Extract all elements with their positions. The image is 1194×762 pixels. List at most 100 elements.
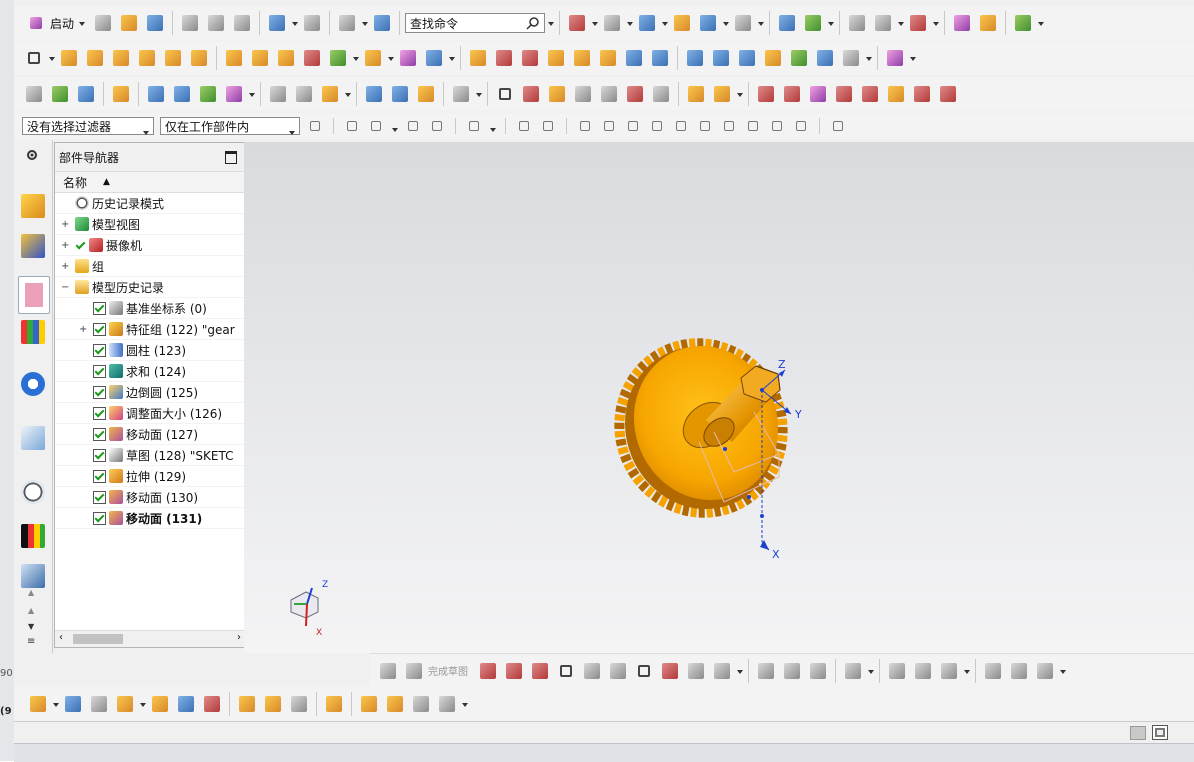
point-icon[interactable] (684, 659, 708, 683)
start-menu-button[interactable]: 启动 (22, 11, 89, 35)
body-rule-icon[interactable] (539, 117, 557, 135)
chevron-down-icon[interactable] (661, 11, 669, 35)
snap-intersection-icon[interactable] (672, 117, 690, 135)
visibility-checkbox[interactable] (93, 406, 106, 420)
spring-icon[interactable] (414, 82, 438, 106)
visibility-checkbox[interactable] (93, 469, 106, 483)
assembly-component-icon[interactable] (26, 692, 50, 716)
window-layout-icon[interactable] (1152, 725, 1168, 740)
visibility-checkbox[interactable] (93, 322, 106, 336)
chevron-down-icon[interactable] (591, 11, 599, 35)
mesh-surface-icon[interactable] (709, 46, 733, 70)
finish-sketch-label[interactable]: 完成草图 (428, 663, 468, 678)
visibility-checkbox[interactable] (93, 364, 106, 378)
wcs-icon[interactable] (906, 11, 930, 35)
edit-object-display-icon[interactable] (950, 11, 974, 35)
finish-sketch-icon[interactable] (402, 659, 426, 683)
offset-curve-icon[interactable] (858, 82, 882, 106)
visibility-checkbox[interactable] (93, 490, 106, 504)
add-component-icon[interactable] (710, 82, 734, 106)
chevron-down-icon[interactable] (291, 11, 299, 35)
project-curve-icon[interactable] (884, 82, 908, 106)
sketch-arc-icon[interactable] (528, 659, 552, 683)
shell-icon[interactable] (422, 46, 446, 70)
extrude-icon[interactable] (57, 46, 81, 70)
snap-bounded-grid-icon[interactable] (792, 117, 810, 135)
draft-icon[interactable] (544, 46, 568, 70)
snap-quadrant-icon[interactable] (720, 117, 738, 135)
sketch-spline-icon[interactable] (710, 659, 734, 683)
tree-item[interactable]: 调整面大小 (126) (55, 403, 247, 424)
label-chamfer-icon[interactable] (222, 82, 246, 106)
chevron-down-icon[interactable] (963, 659, 970, 683)
fit-view-icon[interactable] (565, 11, 589, 35)
link-icon[interactable] (383, 692, 407, 716)
scroll-left-icon[interactable]: ‹ (59, 632, 63, 643)
chevron-down-icon[interactable] (248, 82, 255, 106)
sketch-line-icon[interactable] (502, 659, 526, 683)
visibility-checkbox[interactable] (93, 511, 106, 525)
sketch-offset-icon[interactable] (841, 659, 865, 683)
face-blend-icon[interactable] (518, 46, 542, 70)
chevron-down-icon[interactable] (387, 46, 394, 70)
split-body-icon[interactable] (396, 46, 420, 70)
repeat-command-icon[interactable] (335, 11, 359, 35)
tree-item[interactable]: − 模型历史记录 (55, 277, 247, 298)
visibility-checkbox[interactable] (93, 448, 106, 462)
document-icon[interactable] (597, 82, 621, 106)
bridge-curve-icon[interactable] (936, 82, 960, 106)
bounded-plane-icon[interactable] (813, 46, 837, 70)
filter-settings-icon[interactable] (306, 117, 324, 135)
line-icon[interactable] (754, 82, 778, 106)
gear-model[interactable] (587, 312, 814, 544)
tree-item[interactable]: + 组 (55, 256, 247, 277)
select-faces-icon[interactable] (404, 117, 422, 135)
rectangle-select-icon[interactable] (465, 117, 483, 135)
tree-item[interactable]: 拉伸 (129) (55, 466, 247, 487)
trim-body-icon[interactable] (361, 46, 385, 70)
type-filter-select[interactable]: 没有选择过滤器 (22, 117, 154, 135)
graphics-window[interactable]: Z Y X Z X (244, 142, 1194, 653)
rectangle-icon[interactable] (632, 659, 656, 683)
chevron-down-icon[interactable] (867, 659, 874, 683)
geometric-constraints-icon[interactable] (981, 659, 1005, 683)
new-file-icon[interactable] (91, 11, 115, 35)
view-section-icon[interactable] (670, 11, 694, 35)
expand-toggle-icon[interactable]: + (79, 324, 87, 335)
through-curves-icon[interactable] (683, 46, 707, 70)
scroll-mid-icon[interactable]: ▲ (28, 606, 34, 615)
scroll-down-icon[interactable]: ▼ (28, 622, 34, 631)
full-screen-icon[interactable] (1130, 726, 1146, 740)
resize-blend-icon[interactable] (144, 82, 168, 106)
tree-item[interactable]: 基准坐标系 (0) (55, 298, 247, 319)
tolerance-icon[interactable] (649, 82, 673, 106)
assembly-sequence-icon[interactable] (322, 692, 346, 716)
assembly-new-icon[interactable] (87, 692, 111, 716)
form-feature-icon[interactable] (318, 82, 342, 106)
more-icon[interactable]: ≡ (27, 636, 35, 647)
tree-item[interactable]: + 摄像机 (55, 235, 247, 256)
scale-body-icon[interactable] (596, 46, 620, 70)
redo-icon[interactable] (300, 11, 324, 35)
snap-settings-icon[interactable] (829, 117, 847, 135)
command-search-input[interactable]: 查找命令 (405, 13, 546, 33)
tree-item[interactable]: 边倒圆 (125) (55, 382, 247, 403)
chevron-down-icon[interactable] (461, 692, 468, 716)
quick-extend-icon[interactable] (780, 659, 804, 683)
chevron-down-icon[interactable] (361, 11, 369, 35)
render-style-icon[interactable] (635, 11, 659, 35)
tree-structure-icon[interactable] (409, 692, 433, 716)
pocket-icon[interactable] (161, 46, 185, 70)
sketch-plane-icon[interactable] (22, 46, 46, 70)
assembly-cut-icon[interactable] (435, 692, 459, 716)
circle-icon[interactable] (554, 659, 578, 683)
n-sided-surface-icon[interactable] (735, 46, 759, 70)
mirror-assembly-icon[interactable] (148, 692, 172, 716)
information-icon[interactable] (370, 11, 394, 35)
sketch-fillet-icon[interactable] (580, 659, 604, 683)
tree-item[interactable]: 移动面 (130) (55, 487, 247, 508)
pattern-icon[interactable] (248, 46, 272, 70)
helix-icon[interactable] (388, 82, 412, 106)
face-rule-icon[interactable] (515, 117, 533, 135)
constraint-navigator-icon[interactable] (21, 234, 45, 258)
